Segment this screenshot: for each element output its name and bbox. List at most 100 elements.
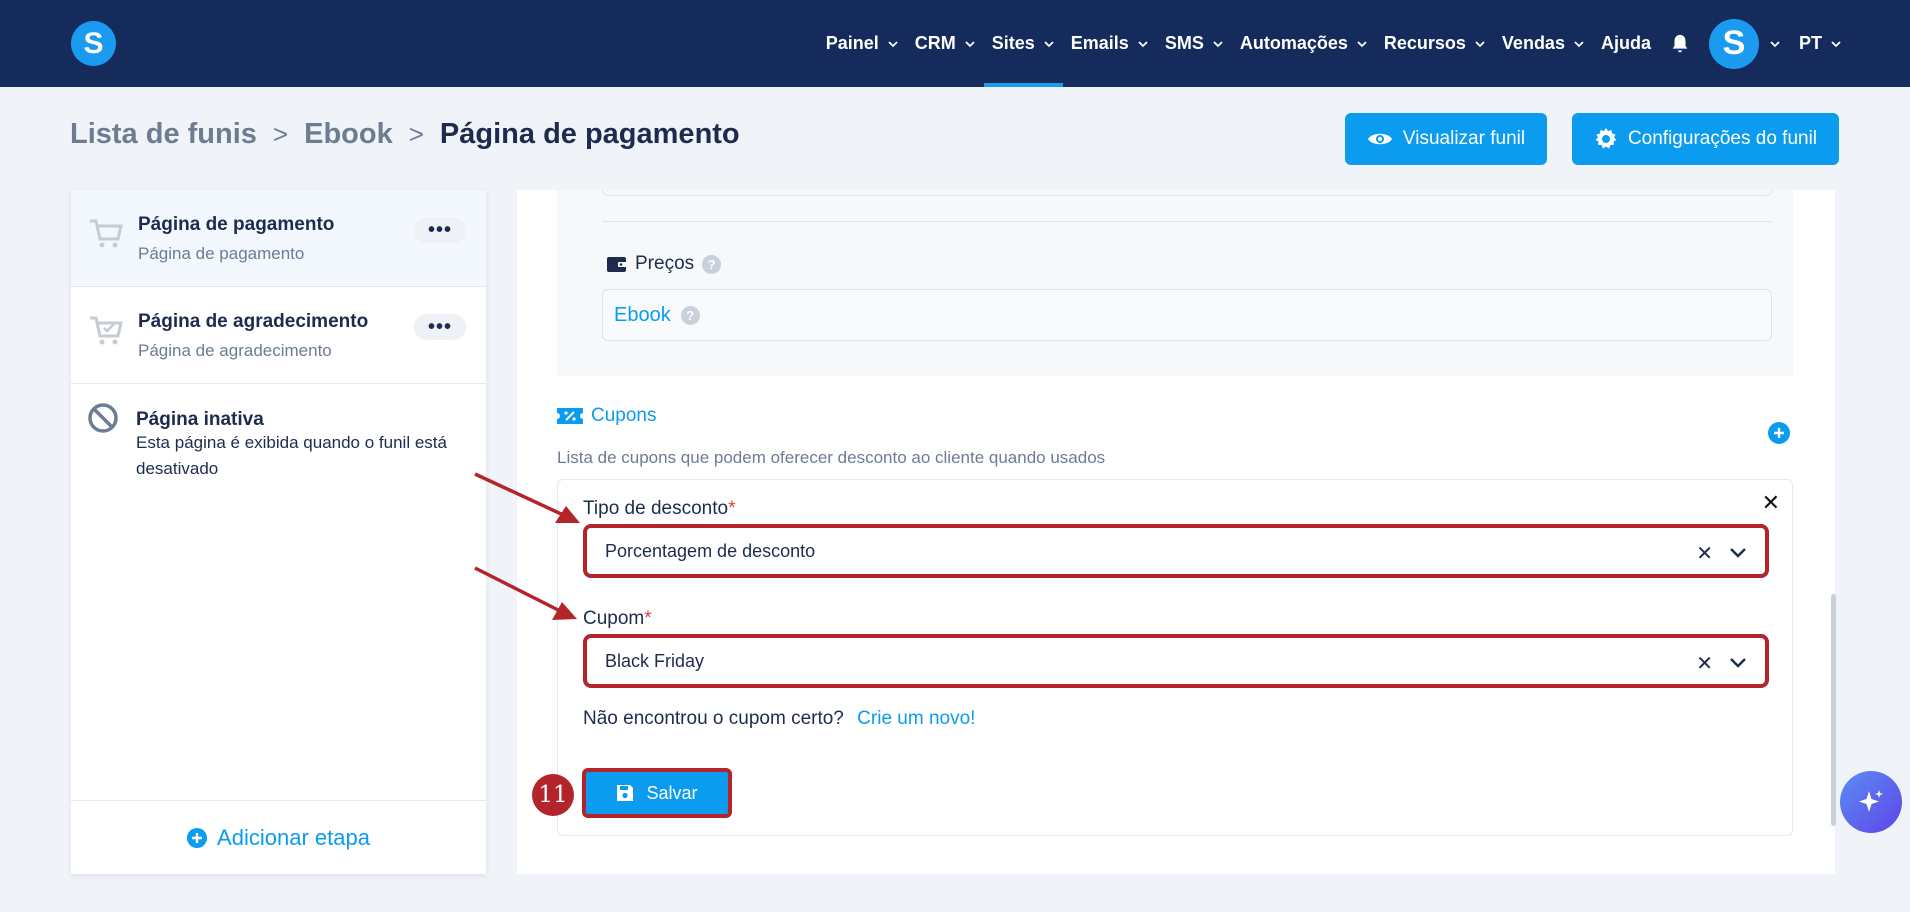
nav-item-label: Emails <box>1070 33 1129 53</box>
funnel-steps-sidebar: Página de pagamento Página de pagamento … <box>71 190 486 874</box>
coupon-card: ✕ Tipo de desconto* Porcentagem de desco… <box>557 479 1793 836</box>
cart-check-icon <box>90 316 123 345</box>
discount-type-label-text: Tipo de desconto <box>583 498 729 519</box>
inactive-page-description: Esta página é exibida quando o funil est… <box>136 433 447 478</box>
coupon-label: Cupom* <box>583 608 652 630</box>
nav-item-label: Automações <box>1239 33 1348 53</box>
coupon-icon <box>557 408 583 424</box>
chevron-down-icon <box>1574 40 1584 47</box>
wallet-icon <box>607 257 627 272</box>
nav-item-label: CRM <box>914 33 956 53</box>
prices-label: Preços ? <box>607 253 722 275</box>
nav-item-label: Painel <box>825 33 879 53</box>
add-step-button[interactable]: Adicionar etapa <box>71 800 486 874</box>
add-coupon-icon[interactable] <box>1768 422 1790 444</box>
price-value[interactable]: Ebook <box>614 304 671 327</box>
nav-item-label: Sites <box>991 33 1035 53</box>
funnel-settings-button[interactable]: Configurações do funil <box>1572 113 1839 165</box>
gear-icon <box>1595 128 1617 149</box>
view-funnel-button[interactable]: Visualizar funil <box>1345 113 1547 165</box>
clear-icon[interactable]: ✕ <box>1696 651 1713 676</box>
chevron-down-icon <box>1213 40 1223 47</box>
chevron-down-icon <box>1831 40 1841 47</box>
nav-item-recursos[interactable]: Recursos <box>1376 0 1494 87</box>
coupons-description: Lista de cupons que podem oferecer desco… <box>557 448 1106 467</box>
language-selector[interactable]: PT <box>1799 0 1842 87</box>
nav-item-crm[interactable]: CRM <box>907 0 984 87</box>
nav-item-label: Recursos <box>1383 33 1466 53</box>
top-navbar: S Painel CRM Sites Emails SMS Automações… <box>0 0 1910 87</box>
block-icon <box>88 403 118 433</box>
not-found-question: Não encontrou o cupom certo? <box>583 708 844 729</box>
nav-item-emails[interactable]: Emails <box>1063 0 1157 87</box>
required-marker: * <box>644 608 652 629</box>
view-funnel-label: Visualizar funil <box>1402 128 1526 149</box>
sparkle-icon <box>1859 790 1883 812</box>
floppy-disk-icon <box>617 785 634 801</box>
chevron-down-icon[interactable] <box>1769 38 1781 50</box>
nav-item-sites[interactable]: Sites <box>983 0 1063 87</box>
help-icon[interactable]: ? <box>702 254 722 274</box>
close-icon[interactable]: ✕ <box>1762 490 1780 516</box>
cart-icon <box>90 219 123 248</box>
required-marker: * <box>728 498 736 519</box>
step-options-button[interactable]: ••• <box>414 314 466 340</box>
discount-type-value: Porcentagem de desconto <box>605 540 816 561</box>
add-step-label: Adicionar etapa <box>217 824 370 850</box>
nav-item-sms[interactable]: SMS <box>1157 0 1232 87</box>
step-subtitle: Página de pagamento <box>138 244 305 263</box>
create-coupon-link[interactable]: Crie um novo! <box>857 708 975 729</box>
discount-type-label: Tipo de desconto* <box>583 498 735 520</box>
nav-item-label: SMS <box>1164 33 1204 53</box>
clear-icon[interactable]: ✕ <box>1696 541 1713 566</box>
breadcrumb-ebook[interactable]: Ebook <box>304 118 393 151</box>
chevron-down-icon <box>1357 40 1367 47</box>
product-settings-card: Preços ? Ebook ? <box>557 190 1793 376</box>
chevron-down-icon <box>888 40 898 47</box>
scrollbar[interactable] <box>1831 594 1836 826</box>
cropped-input[interactable] <box>602 190 1772 196</box>
step-title: Página de agradecimento <box>138 311 369 332</box>
coupons-title-text: Cupons <box>591 405 657 426</box>
chevron-down-icon <box>1475 40 1485 47</box>
save-label: Salvar <box>646 782 698 803</box>
step-title: Página inativa <box>136 409 264 430</box>
sidebar-step-payment-page[interactable]: Página de pagamento Página de pagamento … <box>71 190 486 287</box>
nav-menu: Painel CRM Sites Emails SMS Automações R… <box>818 0 1842 87</box>
coupons-section-title: Cupons <box>557 405 657 427</box>
breadcrumb-funnel-list[interactable]: Lista de funis <box>70 118 257 151</box>
page-title: Página de pagamento <box>439 118 740 150</box>
nav-item-painel[interactable]: Painel <box>818 0 907 87</box>
nav-item-ajuda[interactable]: Ajuda <box>1593 0 1659 87</box>
chevron-down-icon <box>965 40 975 47</box>
eye-icon <box>1367 133 1392 145</box>
help-icon[interactable]: ? <box>680 305 700 325</box>
discount-type-select[interactable]: Porcentagem de desconto ✕ <box>583 524 1769 578</box>
chevron-down-icon[interactable] <box>1729 655 1747 669</box>
avatar[interactable]: S <box>1708 18 1759 69</box>
coupon-not-found-text: Não encontrou o cupom certo? Crie um nov… <box>583 708 975 730</box>
sidebar-step-thanks-page[interactable]: Página de agradecimento Página de agrade… <box>71 287 486 384</box>
nav-item-label: Ajuda <box>1600 33 1651 53</box>
save-button[interactable]: Salvar <box>582 768 732 818</box>
coupon-select[interactable]: Black Friday ✕ <box>583 634 1769 688</box>
chevron-down-icon[interactable] <box>1729 545 1747 559</box>
step-editor-panel: Preços ? Ebook ? Cupons Lista de cupons … <box>517 190 1835 874</box>
nav-item-vendas[interactable]: Vendas <box>1494 0 1593 87</box>
funnel-settings-label: Configurações do funil <box>1627 128 1818 149</box>
nav-item-automacoes[interactable]: Automações <box>1232 0 1376 87</box>
app-logo[interactable]: S <box>71 21 116 66</box>
bell-icon[interactable] <box>1669 33 1691 55</box>
divider <box>602 221 1772 222</box>
step-title: Página de pagamento <box>138 214 335 235</box>
coupon-label-text: Cupom <box>583 608 645 629</box>
ai-assistant-button[interactable] <box>1840 771 1902 833</box>
breadcrumb-separator: > <box>272 119 289 149</box>
prices-field[interactable]: Ebook ? <box>602 289 1772 341</box>
prices-label-text: Preços <box>635 253 695 274</box>
breadcrumb: Lista de funis > Ebook > Página de pagam… <box>70 118 740 151</box>
chevron-down-icon <box>1138 40 1148 47</box>
step-options-button[interactable]: ••• <box>414 217 466 243</box>
nav-item-label: Vendas <box>1501 33 1565 53</box>
coupon-value: Black Friday <box>605 650 705 671</box>
